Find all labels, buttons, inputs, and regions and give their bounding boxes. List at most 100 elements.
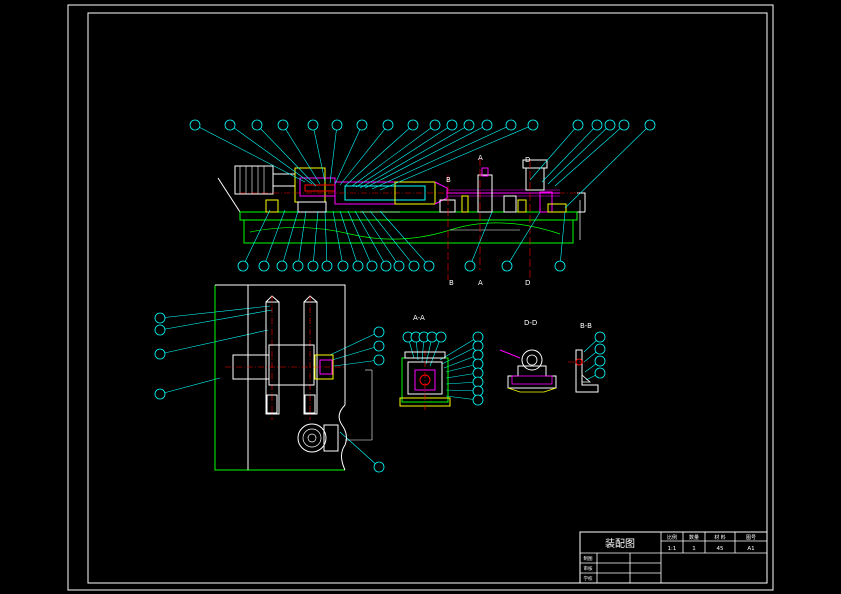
- callout-balloon: [154, 312, 166, 324]
- callout-balloon: [307, 119, 319, 131]
- leader-line: [159, 309, 273, 331]
- title-block: 装配图 比例 数量 材 料 图号 1:1 1 45 A1 制图 审核 学校: [579, 531, 768, 584]
- callout-balloon: [594, 331, 606, 343]
- callout-balloon: [393, 260, 405, 272]
- cut-marker-a-bottom: A: [478, 279, 483, 287]
- leader-line: [339, 210, 359, 267]
- leader-line: [361, 210, 400, 267]
- leader-line: [331, 345, 380, 361]
- leader-line: [312, 210, 319, 267]
- callout-balloon: [373, 354, 385, 366]
- callout-balloon: [407, 119, 419, 131]
- callout-balloon: [472, 349, 484, 361]
- callout-balloon: [237, 260, 249, 272]
- callout-balloon: [472, 367, 484, 379]
- leader-line: [547, 124, 611, 185]
- leader-line: [333, 359, 380, 367]
- callout-balloon: [382, 119, 394, 131]
- callout-balloon: [224, 119, 236, 131]
- callout-balloon: [189, 119, 201, 131]
- leader-line: [351, 124, 436, 187]
- cut-marker-a-top: A: [478, 154, 483, 162]
- leader-line: [359, 124, 470, 189]
- cut-marker-d-top: D: [525, 156, 530, 164]
- callout-balloon: [429, 119, 441, 131]
- callout-balloon: [276, 260, 288, 272]
- callout-balloon: [472, 376, 484, 388]
- leader-line: [159, 329, 269, 355]
- callout-balloon: [618, 119, 630, 131]
- drawing-title: 装配图: [605, 537, 635, 550]
- callout-balloon: [154, 324, 166, 336]
- leader-line: [312, 124, 326, 183]
- section-label-a-a: A-A: [413, 314, 425, 322]
- callout-balloon: [352, 260, 364, 272]
- section-b-b: B-B: [568, 322, 599, 393]
- leader-line: [229, 124, 313, 185]
- value-material: 45: [717, 546, 724, 552]
- leader-line: [443, 354, 479, 369]
- callout-balloon: [481, 119, 493, 131]
- callout-balloon: [554, 260, 566, 272]
- row-reviewer: 审核: [584, 565, 593, 572]
- header-quantity: 数量: [689, 534, 699, 541]
- header-drawing-no: 图号: [746, 535, 756, 541]
- row-school: 学校: [584, 575, 593, 582]
- leader-line: [256, 124, 317, 187]
- section-a-a: A-A: [399, 314, 451, 410]
- callout-balloon: [408, 260, 420, 272]
- value-quantity: 1: [692, 546, 696, 552]
- assembly-drawing: A A B B D D A-A D-D B-B 装配图 比例 数量 材 料 图号…: [67, 4, 774, 591]
- section-label-d-d: D-D: [524, 319, 537, 327]
- callout-balloon: [501, 260, 513, 272]
- leader-line: [339, 431, 380, 468]
- callout-balloon: [572, 119, 584, 131]
- callout-balloon: [594, 343, 606, 355]
- leader-line: [329, 331, 380, 356]
- section-label-b-b: B-B: [580, 322, 592, 330]
- callout-balloon: [154, 388, 166, 400]
- callout-balloon: [331, 119, 343, 131]
- callout-balloon: [426, 331, 438, 343]
- callout-balloon: [251, 119, 263, 131]
- leader-line: [263, 209, 286, 267]
- callout-balloon: [373, 326, 385, 338]
- callout-balloon: [373, 461, 385, 473]
- leader-line: [242, 209, 271, 267]
- leader-line: [554, 124, 625, 187]
- header-material: 材 料: [714, 534, 726, 541]
- leader-line: [332, 210, 344, 267]
- callout-balloon: [337, 260, 349, 272]
- callout-balloon: [423, 260, 435, 272]
- value-scale: 1:1: [668, 546, 677, 552]
- leader-line: [379, 210, 430, 267]
- motor: [234, 165, 274, 195]
- callout-balloon: [594, 367, 606, 379]
- callout-balloon: [644, 119, 656, 131]
- callout-balloon: [472, 340, 484, 352]
- leader-line: [379, 124, 534, 191]
- callout-balloon: [472, 394, 484, 406]
- inner-border: [87, 12, 768, 584]
- leader-line: [439, 336, 479, 361]
- leader-line: [347, 210, 373, 267]
- callout-balloon: [154, 348, 166, 360]
- leader-line: [297, 210, 307, 267]
- callout-balloon: [366, 260, 378, 272]
- callout-balloon: [472, 331, 484, 343]
- callout-balloon: [356, 119, 368, 131]
- leader-line: [364, 124, 488, 189]
- callout-balloon: [446, 119, 458, 131]
- cut-marker-b-top: B: [446, 176, 451, 184]
- callout-balloon: [505, 119, 517, 131]
- leader-line: [355, 124, 453, 188]
- callout-balloon: [435, 331, 447, 343]
- leader-line: [324, 210, 328, 267]
- outer-border: [67, 4, 774, 591]
- cut-marker-d-bottom: D: [525, 279, 530, 287]
- callout-balloon: [321, 260, 333, 272]
- callout-balloon: [307, 260, 319, 272]
- callout-balloon: [604, 119, 616, 131]
- part-callouts: [154, 119, 656, 473]
- callout-balloon: [373, 340, 385, 352]
